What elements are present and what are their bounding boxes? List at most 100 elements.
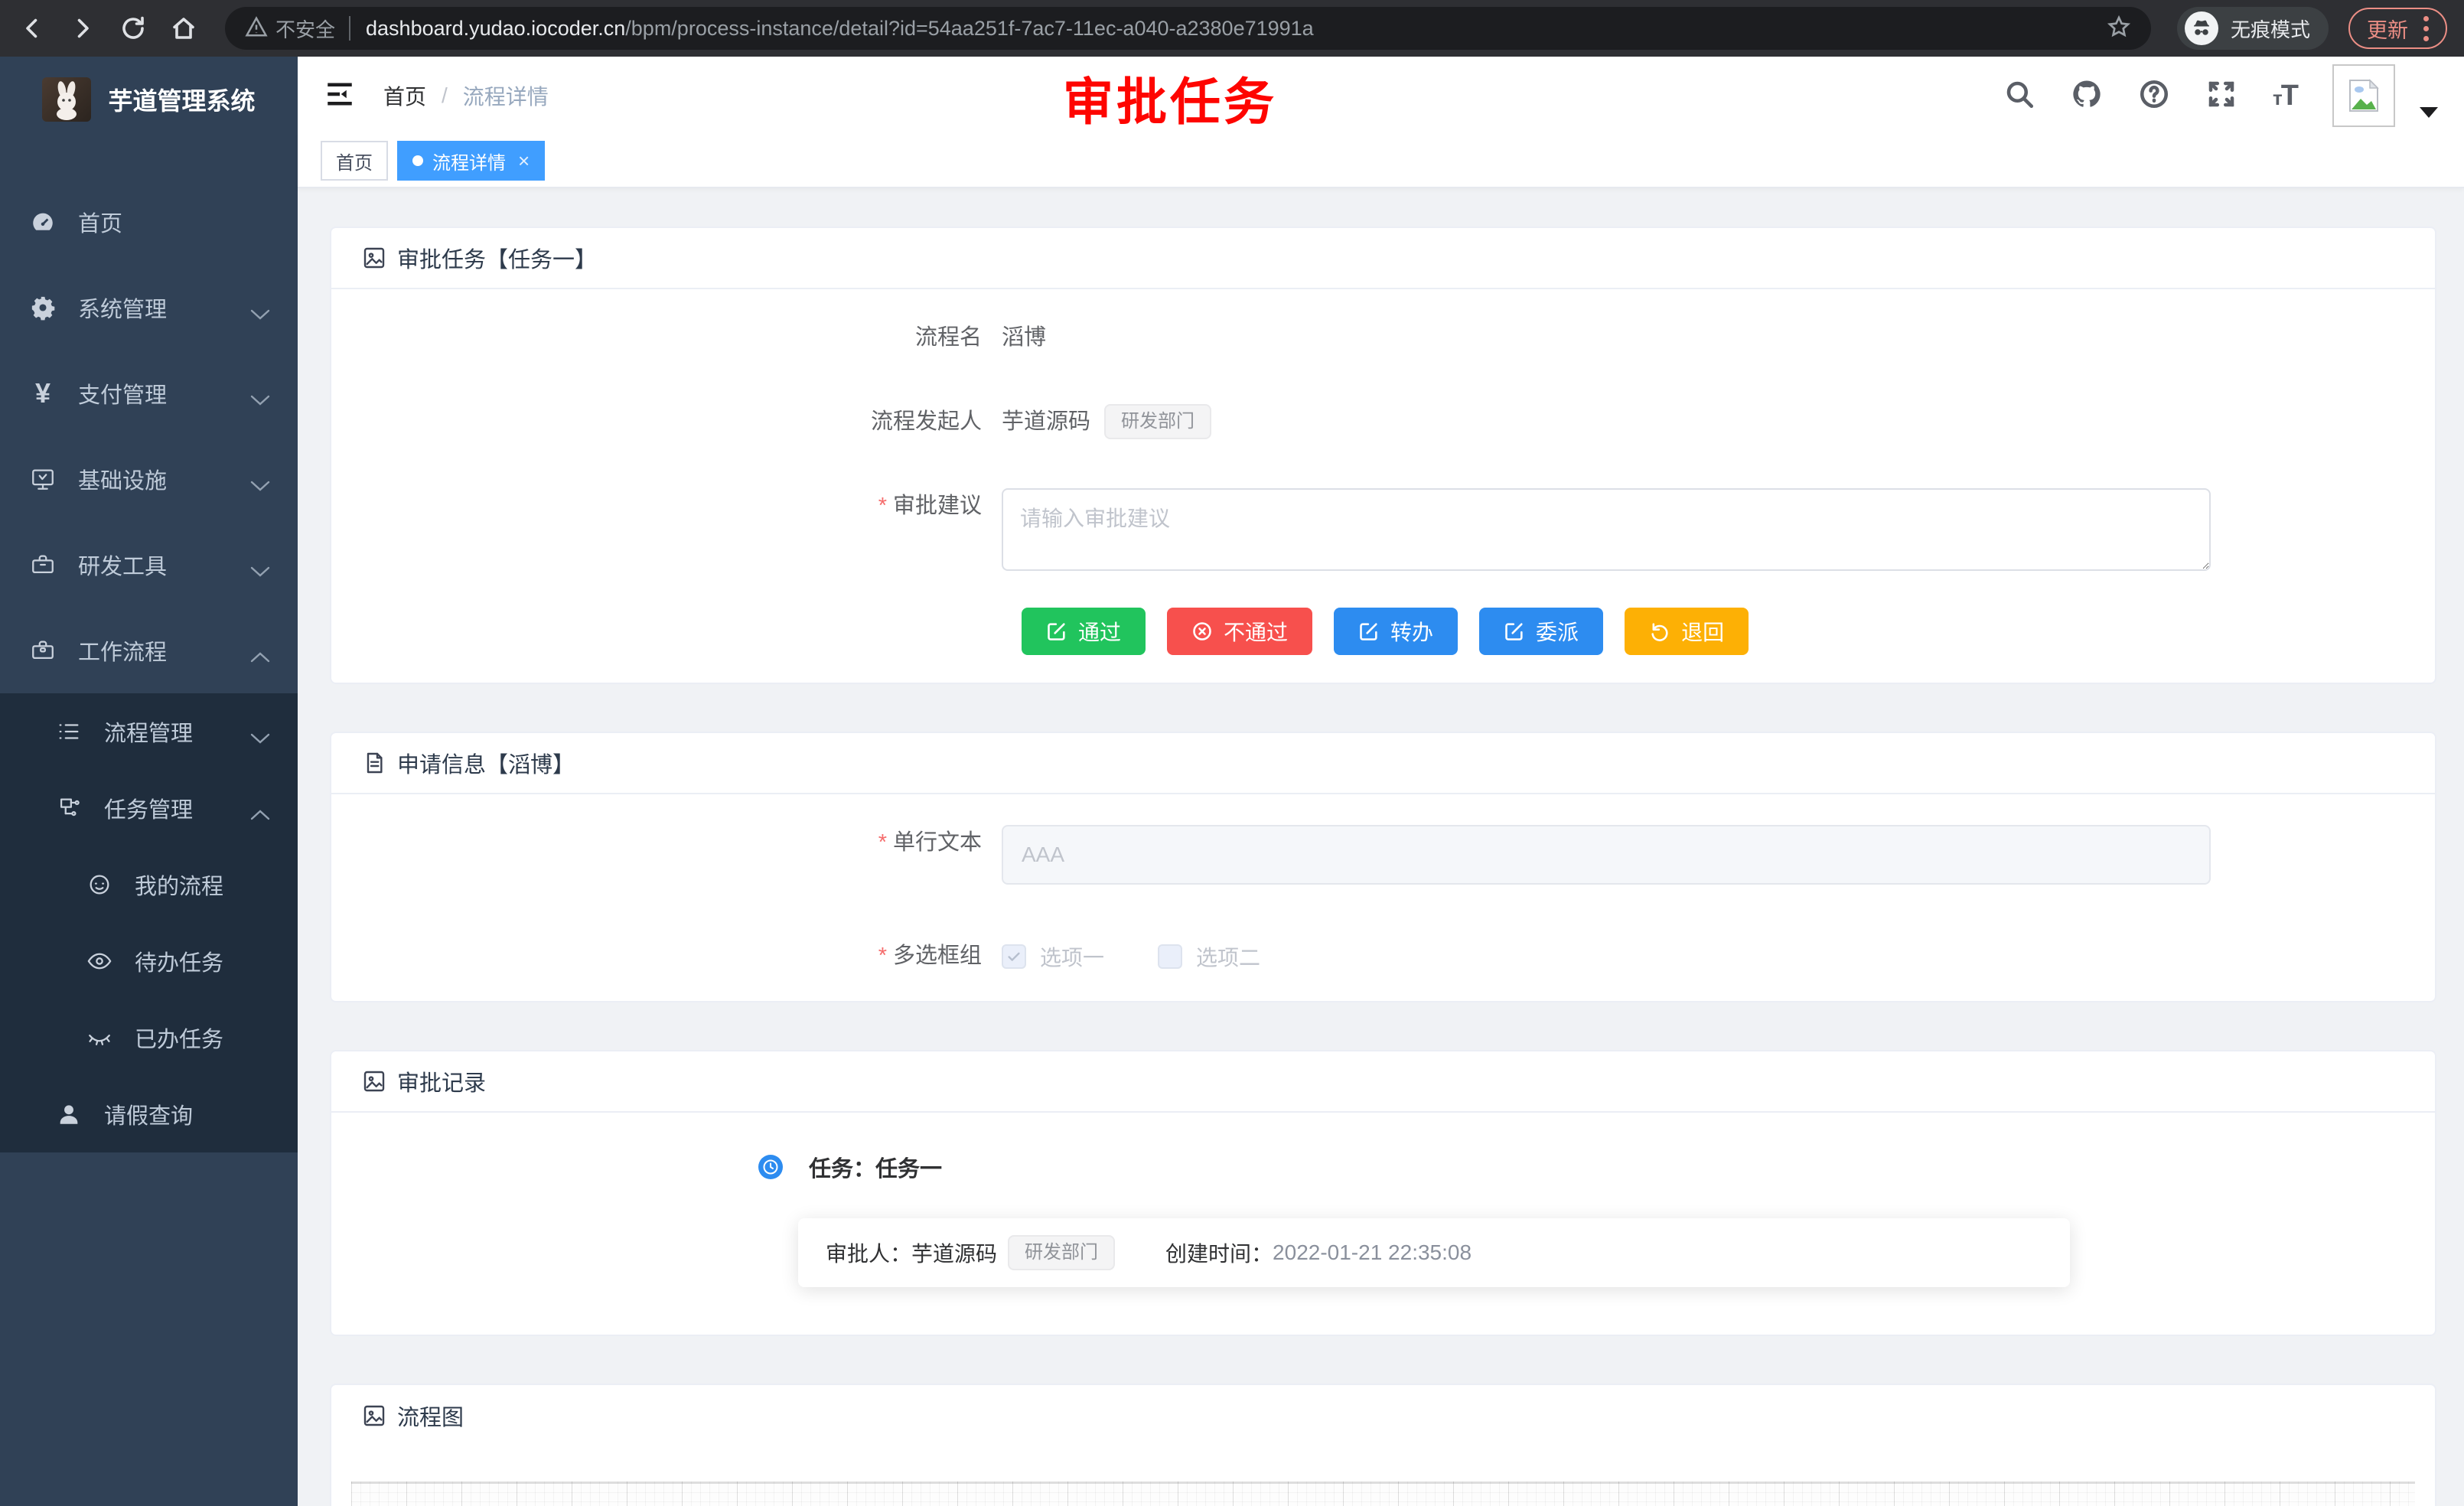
checkbox-group-row: 多选框组 选项一 选项二 — [362, 938, 2404, 973]
fullscreen-icon[interactable] — [2205, 78, 2237, 114]
initiator-dept-tag: 研发部门 — [1104, 404, 1211, 439]
security-label: 不安全 — [275, 15, 335, 43]
font-size-icon[interactable]: тT — [2273, 80, 2297, 112]
user-icon — [54, 1101, 84, 1127]
tab-active-dot — [412, 155, 423, 166]
created-time-label: 创建时间： — [1165, 1237, 1273, 1268]
bookmark-star-icon[interactable] — [2107, 15, 2131, 43]
reject-button[interactable]: 不通过 — [1167, 608, 1312, 655]
approval-records-card: 审批记录 任务：任务一 审批人： 芋道源码 研发部门 创建时间： — [330, 1050, 2436, 1336]
advice-label: 审批建议 — [362, 488, 1002, 523]
sidebar-item-todo-tasks[interactable]: 待办任务 — [0, 923, 298, 999]
monitor-icon — [28, 466, 58, 492]
sidebar-item-label: 我的流程 — [135, 869, 223, 901]
advice-textarea[interactable] — [1002, 488, 2211, 571]
incognito-icon — [2185, 11, 2218, 45]
checkbox-option-1[interactable]: 选项一 — [1002, 941, 1104, 972]
app-title: 芋道管理系统 — [108, 82, 255, 117]
sidebar-item-label: 基础设施 — [78, 463, 167, 495]
search-icon[interactable] — [2003, 78, 2035, 114]
breadcrumb: 首页 / 流程详情 — [383, 80, 549, 111]
card-title: 流程图 — [397, 1400, 464, 1432]
checkbox-group: 选项一 选项二 — [1002, 938, 1260, 972]
sidebar-item-home[interactable]: 首页 — [0, 179, 298, 265]
sidebar-item-label: 系统管理 — [78, 292, 167, 324]
checkbox-unchecked-icon — [1158, 944, 1182, 969]
browser-toolbar: 不安全 dashboard.yudao.iocoder.cn /bpm/proc… — [0, 0, 2464, 57]
avatar-caret-icon[interactable] — [2420, 107, 2438, 118]
sidebar-item-label: 研发工具 — [78, 549, 167, 581]
sidebar-item-dev-tools[interactable]: 研发工具 — [0, 522, 298, 608]
picture-icon — [362, 1403, 386, 1428]
sidebar-item-task-mgmt[interactable]: 任务管理 — [0, 770, 298, 846]
url-divider — [349, 16, 350, 41]
transfer-button[interactable]: 转办 — [1334, 608, 1458, 655]
process-diagram-card-header: 流程图 — [331, 1385, 2435, 1446]
chevron-down-icon — [250, 387, 270, 412]
sidebar: 芋道管理系统 首页 系统管理 ¥ 支付管理 基础设施 — [0, 57, 298, 1506]
card-title: 申请信息【滔博】 — [397, 747, 575, 779]
sidebar-item-payment[interactable]: ¥ 支付管理 — [0, 350, 298, 436]
picture-icon — [362, 246, 386, 270]
chevron-up-icon — [250, 644, 270, 670]
breadcrumb-separator: / — [442, 83, 448, 108]
reload-icon[interactable] — [118, 13, 148, 44]
process-diagram-card: 流程图 — [330, 1384, 2436, 1506]
single-line-input[interactable] — [1002, 825, 2211, 885]
delegate-button[interactable]: 委派 — [1479, 608, 1603, 655]
approver-name: 芋道源码 — [911, 1237, 997, 1268]
sidebar-item-done-tasks[interactable]: 已办任务 — [0, 999, 298, 1076]
breadcrumb-home[interactable]: 首页 — [383, 80, 426, 111]
home-icon[interactable] — [168, 13, 199, 44]
edit-icon — [1358, 621, 1380, 642]
sidebar-item-label: 任务管理 — [104, 792, 193, 824]
avatar[interactable] — [2332, 64, 2395, 127]
sidebar-item-workflow[interactable]: 工作流程 — [0, 608, 298, 693]
back-icon[interactable] — [17, 13, 47, 44]
sidebar-item-label: 待办任务 — [135, 945, 223, 977]
timeline-clock-icon — [758, 1155, 783, 1179]
forward-icon[interactable] — [67, 13, 98, 44]
not-secure-warning-icon — [245, 15, 268, 42]
bpmn-canvas-grid[interactable] — [351, 1482, 2415, 1506]
return-button[interactable]: 退回 — [1625, 608, 1749, 655]
task-title: 任务：任务一 — [809, 1151, 942, 1183]
sidebar-item-label: 工作流程 — [78, 634, 167, 667]
tab-process-detail[interactable]: 流程详情 × — [397, 141, 545, 181]
single-line-row: 单行文本 — [362, 825, 2404, 885]
browser-update-button[interactable]: 更新 — [2348, 8, 2447, 49]
url-domain: dashboard.yudao.iocoder.cn — [366, 17, 625, 41]
yen-icon: ¥ — [28, 380, 58, 407]
app-logo — [42, 77, 91, 122]
incognito-label: 无痕模式 — [2231, 15, 2310, 43]
single-line-label: 单行文本 — [362, 825, 1002, 860]
sidebar-collapse-icon[interactable] — [324, 78, 356, 114]
checkbox-option-2[interactable]: 选项二 — [1158, 941, 1260, 972]
circle-x-icon — [1191, 621, 1213, 642]
sidebar-item-process-mgmt[interactable]: 流程管理 — [0, 693, 298, 770]
browser-menu-icon[interactable] — [2423, 16, 2429, 41]
sidebar-item-system[interactable]: 系统管理 — [0, 265, 298, 350]
help-icon[interactable] — [2138, 78, 2170, 114]
top-navbar: 首页 / 流程详情 审批任务 тT — [298, 57, 2464, 135]
document-icon — [362, 751, 386, 775]
eye-open-icon — [84, 948, 115, 974]
advice-row: 审批建议 — [362, 488, 2404, 571]
address-bar[interactable]: 不安全 dashboard.yudao.iocoder.cn /bpm/proc… — [225, 7, 2151, 50]
tree-list-icon — [54, 719, 84, 745]
edit-icon — [1504, 621, 1525, 642]
app-logo-row[interactable]: 芋道管理系统 — [0, 57, 298, 142]
gauge-icon — [28, 209, 58, 235]
chevron-down-icon — [250, 473, 270, 498]
approve-button[interactable]: 通过 — [1022, 608, 1146, 655]
sidebar-item-my-process[interactable]: 我的流程 — [0, 846, 298, 923]
tab-home[interactable]: 首页 — [321, 141, 388, 181]
sidebar-item-leave-query[interactable]: 请假查询 — [0, 1076, 298, 1152]
github-icon[interactable] — [2071, 78, 2103, 114]
approver-label: 审批人： — [826, 1237, 911, 1268]
tab-close-icon[interactable]: × — [518, 151, 530, 171]
sidebar-item-infrastructure[interactable]: 基础设施 — [0, 436, 298, 522]
created-time-value: 2022-01-21 22:35:08 — [1273, 1240, 1472, 1265]
card-title: 审批记录 — [397, 1065, 486, 1097]
process-name-label: 流程名 — [362, 320, 1002, 355]
